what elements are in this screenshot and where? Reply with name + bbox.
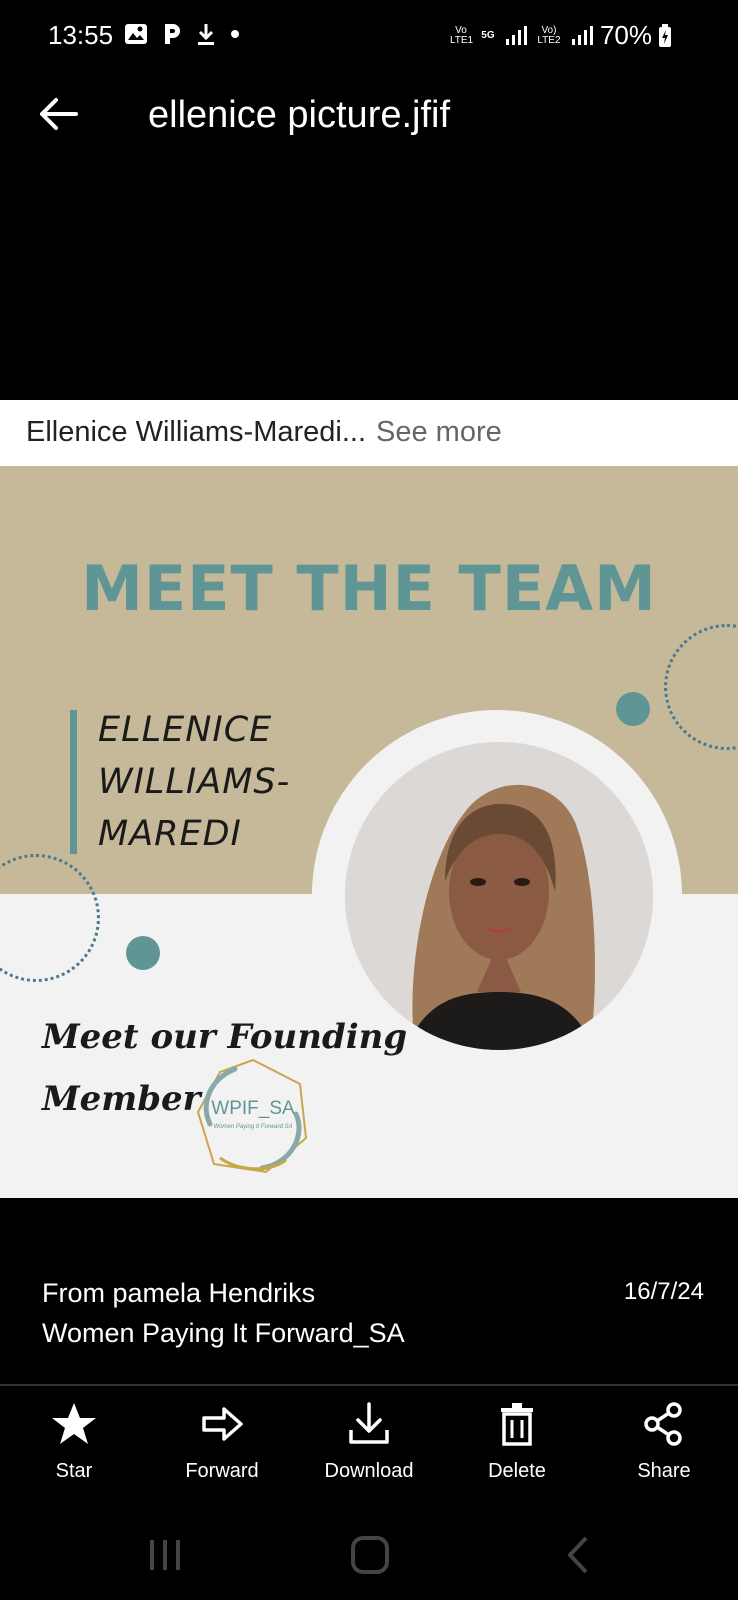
sent-date: 16/7/24 bbox=[623, 1278, 704, 1305]
teal-dot-left bbox=[126, 936, 160, 970]
dotted-circle-right bbox=[664, 624, 738, 750]
battery-percent: 70% bbox=[599, 20, 652, 50]
back-arrow-icon[interactable] bbox=[36, 92, 80, 136]
share-label: Share bbox=[637, 1460, 691, 1482]
system-navbar bbox=[0, 1510, 738, 1600]
dot-icon bbox=[231, 30, 239, 38]
forward-button[interactable]: Forward bbox=[162, 1400, 282, 1483]
signal2-icon bbox=[571, 25, 593, 45]
name-line-1: ELLENICE bbox=[98, 710, 273, 750]
forward-label: Forward bbox=[185, 1460, 259, 1482]
status-bar: 13:55 Vo LTE1 5G Vo) LTE2 70% bbox=[0, 0, 738, 72]
see-more-link[interactable]: See more bbox=[376, 416, 502, 448]
group-name: Women Paying It Forward_SA bbox=[42, 1318, 405, 1348]
portrait-illustration bbox=[345, 742, 653, 1050]
status-time: 13:55 bbox=[48, 20, 114, 50]
file-title: ellenice picture.jfif bbox=[148, 94, 451, 136]
back-nav-icon[interactable] bbox=[556, 1532, 602, 1578]
name-accent-bar bbox=[70, 710, 77, 854]
share-button[interactable]: Share bbox=[604, 1400, 724, 1483]
sender-text: From pamela Hendriks bbox=[42, 1278, 316, 1308]
meet-the-team-heading: MEET THE TEAM bbox=[81, 552, 657, 625]
parking-icon bbox=[165, 24, 180, 44]
action-bar: Star Forward Download Delete Share bbox=[0, 1400, 738, 1510]
signal1-icon bbox=[505, 25, 527, 45]
title-bar: ellenice picture.jfif bbox=[0, 72, 738, 162]
volte1-label: Vo LTE1 bbox=[449, 24, 474, 46]
wpif-logo: WPIF_SA Women Paying It Forward SA bbox=[190, 1054, 316, 1180]
download-status-icon bbox=[198, 24, 214, 45]
star-button[interactable]: Star bbox=[14, 1400, 134, 1483]
caption-text: Ellenice Williams-Maredi... See more bbox=[26, 416, 502, 449]
caption-body: Ellenice Williams-Maredi... bbox=[26, 416, 367, 448]
logo-text: WPIF_SA bbox=[211, 1098, 295, 1119]
share-icon bbox=[644, 1402, 682, 1446]
teal-dot-right bbox=[616, 692, 650, 726]
recent-apps-icon[interactable] bbox=[142, 1532, 188, 1578]
member-name: ELLENICE WILLIAMS- MAREDI bbox=[98, 704, 290, 860]
gallery-icon bbox=[125, 24, 147, 44]
logo-subtext: Women Paying It Forward SA bbox=[213, 1124, 293, 1130]
home-icon[interactable] bbox=[347, 1532, 393, 1578]
divider bbox=[0, 1384, 738, 1386]
download-button[interactable]: Download bbox=[309, 1400, 429, 1483]
forward-arrow-icon bbox=[202, 1407, 243, 1441]
caption-bar[interactable]: Ellenice Williams-Maredi... See more bbox=[0, 400, 738, 466]
star-icon bbox=[52, 1403, 96, 1444]
battery-icon bbox=[659, 23, 671, 47]
notification-icons bbox=[124, 22, 240, 46]
portrait-photo bbox=[345, 742, 653, 1050]
trash-icon bbox=[501, 1403, 533, 1446]
download-label: Download bbox=[324, 1460, 414, 1482]
delete-button[interactable]: Delete bbox=[457, 1400, 577, 1483]
volte2-label: Vo) LTE2 bbox=[537, 24, 561, 46]
photo-viewer[interactable]: MEET THE TEAM ELLENICE WILLIAMS- MAREDI … bbox=[0, 466, 738, 1198]
5g-label: 5G bbox=[481, 29, 495, 41]
name-line-2: WILLIAMS- bbox=[98, 762, 291, 802]
download-icon bbox=[349, 1402, 389, 1444]
name-line-3: MAREDI bbox=[98, 814, 242, 854]
star-label: Star bbox=[55, 1460, 93, 1482]
status-right: Vo LTE1 5G Vo) LTE2 70% bbox=[450, 20, 672, 51]
delete-label: Delete bbox=[488, 1460, 546, 1482]
message-meta: From pamela Hendriks Women Paying It For… bbox=[0, 1270, 738, 1390]
